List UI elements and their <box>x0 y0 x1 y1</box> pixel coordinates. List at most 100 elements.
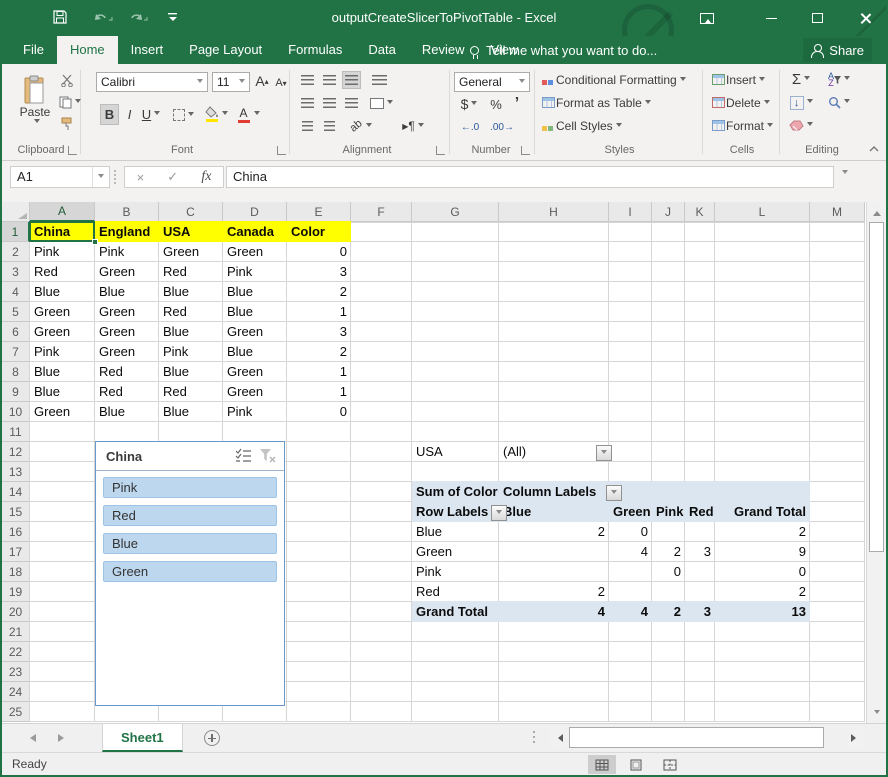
align-middle-button[interactable] <box>320 71 339 89</box>
cell-D10[interactable]: Pink <box>223 402 287 422</box>
cell-B5[interactable]: Green <box>95 302 159 322</box>
cell-L16[interactable]: 2 <box>715 522 810 542</box>
close-button[interactable] <box>848 0 882 36</box>
row-header-18[interactable]: 18 <box>2 562 30 582</box>
tab-home[interactable]: Home <box>57 36 118 64</box>
cell-C2[interactable]: Green <box>159 242 223 262</box>
row-header-15[interactable]: 15 <box>2 502 30 522</box>
row-header-16[interactable]: 16 <box>2 522 30 542</box>
align-left-button[interactable] <box>298 94 317 112</box>
cell-L15[interactable]: Grand Total <box>715 502 810 522</box>
cell-L19[interactable]: 2 <box>715 582 810 602</box>
cut-button[interactable] <box>58 72 76 88</box>
cell-C9[interactable]: Red <box>159 382 223 402</box>
cell-C1[interactable]: USA <box>159 222 223 242</box>
minimize-button[interactable] <box>754 0 788 36</box>
align-right-button[interactable] <box>342 94 361 112</box>
formula-input[interactable]: China <box>226 166 834 188</box>
cell-B4[interactable]: Blue <box>95 282 159 302</box>
row-header-17[interactable]: 17 <box>2 542 30 562</box>
column-header-H[interactable]: H <box>499 202 609 222</box>
cell-A7[interactable]: Pink <box>30 342 95 362</box>
number-format-combo[interactable]: General <box>454 72 530 92</box>
insert-cells-button[interactable]: Insert <box>712 71 765 89</box>
cell-B1[interactable]: England <box>95 222 159 242</box>
row-header-4[interactable]: 4 <box>2 282 30 302</box>
tab-insert[interactable]: Insert <box>118 36 177 64</box>
row-header-6[interactable]: 6 <box>2 322 30 342</box>
find-select-button[interactable] <box>822 93 856 112</box>
increase-decimal-button[interactable]: ←.0 <box>456 118 484 136</box>
cell-I17[interactable]: 4 <box>609 542 652 562</box>
font-name-combo[interactable]: Calibri <box>96 72 208 92</box>
wrap-text-button[interactable] <box>368 71 390 89</box>
cell-J15[interactable]: Pink <box>652 502 685 522</box>
select-all-corner[interactable] <box>2 202 30 222</box>
cell-D9[interactable]: Green <box>223 382 287 402</box>
cell-D3[interactable]: Pink <box>223 262 287 282</box>
cell-H12[interactable]: (All) <box>499 442 609 462</box>
ribbon-display-options-button[interactable] <box>690 0 724 36</box>
text-direction-button[interactable]: ▶¶ <box>398 117 428 135</box>
cell-B3[interactable]: Green <box>95 262 159 282</box>
cell-C8[interactable]: Blue <box>159 362 223 382</box>
cell-E7[interactable]: 2 <box>287 342 351 362</box>
column-header-K[interactable]: K <box>685 202 715 222</box>
autosum-button[interactable]: Σ <box>786 70 816 89</box>
cell-C3[interactable]: Red <box>159 262 223 282</box>
vertical-scrollbar[interactable] <box>866 202 886 723</box>
cell-B6[interactable]: Green <box>95 322 159 342</box>
paste-button[interactable]: Paste <box>14 68 56 132</box>
prev-sheet-icon[interactable] <box>26 734 36 742</box>
cell-G16[interactable]: Blue <box>412 522 499 542</box>
page-layout-view-button[interactable] <box>622 755 650 774</box>
scroll-down-icon[interactable] <box>867 704 886 722</box>
column-header-G[interactable]: G <box>412 202 499 222</box>
cell-E2[interactable]: 0 <box>287 242 351 262</box>
scroll-left-icon[interactable] <box>550 728 567 748</box>
row-header-7[interactable]: 7 <box>2 342 30 362</box>
cell-K20[interactable]: 3 <box>685 602 715 622</box>
format-as-table-button[interactable]: Format as Table <box>542 94 651 112</box>
next-sheet-icon[interactable] <box>58 734 68 742</box>
column-header-I[interactable]: I <box>609 202 652 222</box>
cell-D8[interactable]: Green <box>223 362 287 382</box>
alignment-dialog-launcher[interactable] <box>436 146 445 155</box>
orientation-button[interactable]: ab <box>346 117 376 135</box>
column-header-C[interactable]: C <box>159 202 223 222</box>
cell-D6[interactable]: Green <box>223 322 287 342</box>
tell-me-box[interactable]: Tell me what you want to do... <box>470 36 657 64</box>
row-header-3[interactable]: 3 <box>2 262 30 282</box>
cell-H14[interactable]: Column Labels <box>499 482 609 502</box>
align-bottom-button[interactable] <box>342 71 361 89</box>
cell-A3[interactable]: Red <box>30 262 95 282</box>
cell-E6[interactable]: 3 <box>287 322 351 342</box>
cell-H16[interactable]: 2 <box>499 522 609 542</box>
align-center-button[interactable] <box>320 94 339 112</box>
column-header-D[interactable]: D <box>223 202 287 222</box>
column-header-L[interactable]: L <box>715 202 810 222</box>
row-header-14[interactable]: 14 <box>2 482 30 502</box>
cell-E5[interactable]: 1 <box>287 302 351 322</box>
cell-C4[interactable]: Blue <box>159 282 223 302</box>
cell-J18[interactable]: 0 <box>652 562 685 582</box>
cell-styles-button[interactable]: Cell Styles <box>542 117 622 135</box>
normal-view-button[interactable] <box>588 755 616 774</box>
cell-D7[interactable]: Blue <box>223 342 287 362</box>
cell-E3[interactable]: 3 <box>287 262 351 282</box>
cell-A8[interactable]: Blue <box>30 362 95 382</box>
column-header-A[interactable]: A <box>30 202 95 222</box>
percent-style-button[interactable]: % <box>486 95 506 113</box>
shrink-font-button[interactable]: A▾ <box>273 74 289 92</box>
cell-H15[interactable]: Blue <box>499 502 609 522</box>
cell-G14[interactable]: Sum of Color <box>412 482 499 502</box>
horizontal-scroll-thumb[interactable] <box>569 727 824 748</box>
row-header-24[interactable]: 24 <box>2 682 30 702</box>
cell-B2[interactable]: Pink <box>95 242 159 262</box>
cell-A2[interactable]: Pink <box>30 242 95 262</box>
cell-J20[interactable]: 2 <box>652 602 685 622</box>
cell-H19[interactable]: 2 <box>499 582 609 602</box>
slicer-button-red[interactable]: Red <box>103 505 277 526</box>
formula-bar-splitter[interactable] <box>114 170 116 184</box>
row-header-22[interactable]: 22 <box>2 642 30 662</box>
